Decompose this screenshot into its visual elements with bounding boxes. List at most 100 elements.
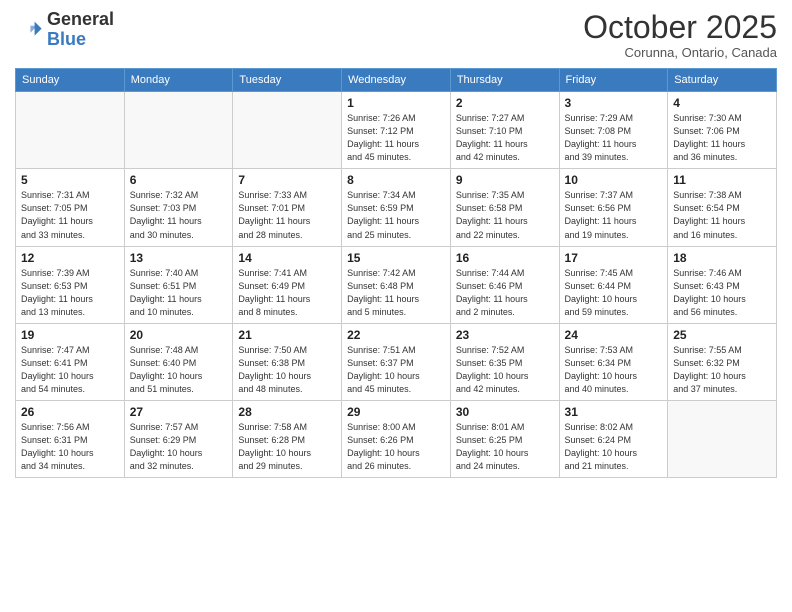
day-info: Sunrise: 7:55 AMSunset: 6:32 PMDaylight:…	[673, 344, 771, 396]
table-row: 18Sunrise: 7:46 AMSunset: 6:43 PMDayligh…	[668, 246, 777, 323]
day-info: Sunrise: 7:39 AMSunset: 6:53 PMDaylight:…	[21, 267, 119, 319]
day-number: 19	[21, 328, 119, 342]
day-info: Sunrise: 7:57 AMSunset: 6:29 PMDaylight:…	[130, 421, 228, 473]
day-number: 18	[673, 251, 771, 265]
calendar-header-row: Sunday Monday Tuesday Wednesday Thursday…	[16, 69, 777, 92]
day-number: 22	[347, 328, 445, 342]
col-thursday: Thursday	[450, 69, 559, 92]
day-number: 12	[21, 251, 119, 265]
table-row: 13 Sunrise: 7:40 AMSunset: 6:51 PMDayligh…	[124, 246, 233, 323]
table-row: 12 Sunrise: 7:39 AMSunset: 6:53 PMDayligh…	[16, 246, 125, 323]
day-number: 13	[130, 251, 228, 265]
table-row: 6 Sunrise: 7:32 AMSunset: 7:03 PMDaylight…	[124, 169, 233, 246]
day-info: Sunrise: 8:00 AMSunset: 6:26 PMDaylight:…	[347, 421, 445, 473]
day-info: Sunrise: 7:35 AMSunset: 6:58 PMDaylight:…	[456, 189, 554, 241]
day-number: 14	[238, 251, 336, 265]
day-info: Sunrise: 7:27 AMSunset: 7:10 PMDaylight:…	[456, 112, 554, 164]
table-row: 28 Sunrise: 7:58 AMSunset: 6:28 PMDayligh…	[233, 400, 342, 477]
calendar-container: General Blue October 2025 Corunna, Ontar…	[0, 0, 792, 612]
table-row: 15 Sunrise: 7:42 AMSunset: 6:48 PMDayligh…	[342, 246, 451, 323]
day-info: Sunrise: 7:48 AMSunset: 6:40 PMDaylight:…	[130, 344, 228, 396]
calendar-table: Sunday Monday Tuesday Wednesday Thursday…	[15, 68, 777, 478]
table-row: 21 Sunrise: 7:50 AMSunset: 6:38 PMDayligh…	[233, 323, 342, 400]
day-number: 9	[456, 173, 554, 187]
table-row: 16Sunrise: 7:44 AMSunset: 6:46 PMDayligh…	[450, 246, 559, 323]
day-info: Sunrise: 8:01 AMSunset: 6:25 PMDaylight:…	[456, 421, 554, 473]
day-info: Sunrise: 7:30 AMSunset: 7:06 PMDaylight:…	[673, 112, 771, 164]
table-row: 27Sunrise: 7:57 AMSunset: 6:29 PMDayligh…	[124, 400, 233, 477]
table-row: 26Sunrise: 7:56 AMSunset: 6:31 PMDayligh…	[16, 400, 125, 477]
day-info: Sunrise: 7:51 AMSunset: 6:37 PMDaylight:…	[347, 344, 445, 396]
day-number: 7	[238, 173, 336, 187]
day-number: 15	[347, 251, 445, 265]
day-number: 5	[21, 173, 119, 187]
table-row: 19 Sunrise: 7:47 AMSunset: 6:41 PMDayligh…	[16, 323, 125, 400]
day-info: Sunrise: 7:29 AMSunset: 7:08 PMDaylight:…	[565, 112, 663, 164]
day-info: Sunrise: 7:45 AMSunset: 6:44 PMDaylight:…	[565, 267, 663, 319]
table-row	[233, 92, 342, 169]
table-row: 2 Sunrise: 7:27 AMSunset: 7:10 PMDaylight…	[450, 92, 559, 169]
table-row: 14 Sunrise: 7:41 AMSunset: 6:49 PMDayligh…	[233, 246, 342, 323]
day-number: 1	[347, 96, 445, 110]
day-number: 28	[238, 405, 336, 419]
day-number: 17	[565, 251, 663, 265]
col-monday: Monday	[124, 69, 233, 92]
month-title: October 2025	[583, 10, 777, 45]
table-row: 22 Sunrise: 7:51 AMSunset: 6:37 PMDayligh…	[342, 323, 451, 400]
day-info: Sunrise: 7:31 AMSunset: 7:05 PMDaylight:…	[21, 189, 119, 241]
table-row	[124, 92, 233, 169]
header: General Blue October 2025 Corunna, Ontar…	[15, 10, 777, 60]
day-info: Sunrise: 7:34 AMSunset: 6:59 PMDaylight:…	[347, 189, 445, 241]
day-number: 31	[565, 405, 663, 419]
day-number: 23	[456, 328, 554, 342]
day-info: Sunrise: 7:47 AMSunset: 6:41 PMDaylight:…	[21, 344, 119, 396]
logo-icon	[15, 16, 43, 44]
day-info: Sunrise: 7:41 AMSunset: 6:49 PMDaylight:…	[238, 267, 336, 319]
day-number: 4	[673, 96, 771, 110]
day-number: 21	[238, 328, 336, 342]
logo-general-text: General	[47, 9, 114, 29]
day-info: Sunrise: 7:44 AMSunset: 6:46 PMDaylight:…	[456, 267, 554, 319]
col-friday: Friday	[559, 69, 668, 92]
day-info: Sunrise: 7:40 AMSunset: 6:51 PMDaylight:…	[130, 267, 228, 319]
col-wednesday: Wednesday	[342, 69, 451, 92]
table-row: 30 Sunrise: 8:01 AMSunset: 6:25 PMDayligh…	[450, 400, 559, 477]
col-tuesday: Tuesday	[233, 69, 342, 92]
table-row	[668, 400, 777, 477]
day-info: Sunrise: 7:26 AMSunset: 7:12 PMDaylight:…	[347, 112, 445, 164]
table-row: 3 Sunrise: 7:29 AMSunset: 7:08 PMDaylight…	[559, 92, 668, 169]
title-block: October 2025 Corunna, Ontario, Canada	[583, 10, 777, 60]
day-info: Sunrise: 7:42 AMSunset: 6:48 PMDaylight:…	[347, 267, 445, 319]
col-saturday: Saturday	[668, 69, 777, 92]
calendar-week-2: 5 Sunrise: 7:31 AMSunset: 7:05 PMDaylight…	[16, 169, 777, 246]
day-info: Sunrise: 7:33 AMSunset: 7:01 PMDaylight:…	[238, 189, 336, 241]
day-info: Sunrise: 7:58 AMSunset: 6:28 PMDaylight:…	[238, 421, 336, 473]
calendar-week-5: 26Sunrise: 7:56 AMSunset: 6:31 PMDayligh…	[16, 400, 777, 477]
table-row: 9 Sunrise: 7:35 AMSunset: 6:58 PMDaylight…	[450, 169, 559, 246]
day-number: 3	[565, 96, 663, 110]
table-row: 7 Sunrise: 7:33 AMSunset: 7:01 PMDaylight…	[233, 169, 342, 246]
day-number: 11	[673, 173, 771, 187]
day-info: Sunrise: 7:32 AMSunset: 7:03 PMDaylight:…	[130, 189, 228, 241]
day-number: 2	[456, 96, 554, 110]
day-info: Sunrise: 7:37 AMSunset: 6:56 PMDaylight:…	[565, 189, 663, 241]
table-row: 20 Sunrise: 7:48 AMSunset: 6:40 PMDayligh…	[124, 323, 233, 400]
day-info: Sunrise: 7:52 AMSunset: 6:35 PMDaylight:…	[456, 344, 554, 396]
calendar-week-4: 19 Sunrise: 7:47 AMSunset: 6:41 PMDayligh…	[16, 323, 777, 400]
table-row: 10Sunrise: 7:37 AMSunset: 6:56 PMDayligh…	[559, 169, 668, 246]
subtitle: Corunna, Ontario, Canada	[583, 45, 777, 60]
day-number: 30	[456, 405, 554, 419]
table-row: 29Sunrise: 8:00 AMSunset: 6:26 PMDayligh…	[342, 400, 451, 477]
table-row: 23 Sunrise: 7:52 AMSunset: 6:35 PMDayligh…	[450, 323, 559, 400]
day-info: Sunrise: 7:50 AMSunset: 6:38 PMDaylight:…	[238, 344, 336, 396]
table-row	[16, 92, 125, 169]
day-number: 25	[673, 328, 771, 342]
day-number: 6	[130, 173, 228, 187]
table-row: 1 Sunrise: 7:26 AMSunset: 7:12 PMDaylight…	[342, 92, 451, 169]
table-row: 25 Sunrise: 7:55 AMSunset: 6:32 PMDayligh…	[668, 323, 777, 400]
day-number: 20	[130, 328, 228, 342]
day-number: 8	[347, 173, 445, 187]
table-row: 4 Sunrise: 7:30 AMSunset: 7:06 PMDaylight…	[668, 92, 777, 169]
calendar-week-3: 12 Sunrise: 7:39 AMSunset: 6:53 PMDayligh…	[16, 246, 777, 323]
table-row: 8 Sunrise: 7:34 AMSunset: 6:59 PMDaylight…	[342, 169, 451, 246]
